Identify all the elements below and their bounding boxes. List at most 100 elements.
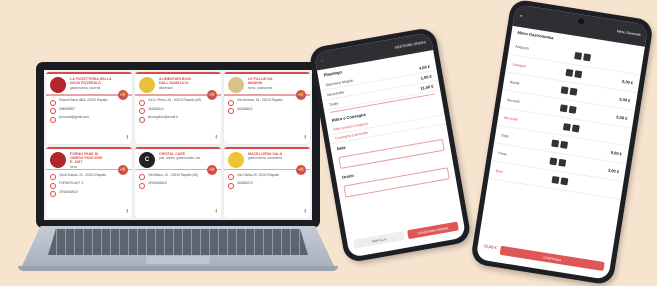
store-info-text: ORDINABILE <box>148 181 168 185</box>
store-info-text: Via Venezia, 18 - 20010 Rapallo <box>237 98 283 102</box>
store-card[interactable]: FORNO PANE DI OMEGA PUGLIESE E. 1967 for… <box>46 146 132 218</box>
plus-icon[interactable] <box>557 158 566 167</box>
facebook-icon[interactable]: f <box>304 135 306 141</box>
store-info-row: FORNOSI ALP. 3 <box>50 181 128 189</box>
promo-scene: LA PIZZETTERIA DELLA NOVA PIZZERIA D. ga… <box>0 0 657 286</box>
menu-item-price: 0,00 € <box>621 78 634 86</box>
info-icon <box>228 174 234 180</box>
info-icon <box>228 99 234 106</box>
confirm-button[interactable]: CONFERMA <box>499 245 605 272</box>
minus-icon[interactable] <box>560 86 569 95</box>
store-info: Via di Anzani, 20 - 20010 Rapallo FORNOSI… <box>50 173 128 200</box>
store-logo <box>139 77 155 93</box>
store-logo: C <box>139 151 155 168</box>
store-logo <box>228 77 244 93</box>
keyboard <box>48 229 308 255</box>
facebook-icon[interactable]: f <box>215 135 217 141</box>
facebook-icon[interactable]: f <box>304 209 306 215</box>
plus-icon[interactable] <box>569 87 578 96</box>
store-info-row: Via Venezia, 18 - 20010 Rapallo <box>228 98 306 106</box>
phone-menu-screen: ≡ Menu Generale Menu Gastronomia Antipas… <box>475 4 649 280</box>
menu-item-label: Dolci <box>501 132 510 139</box>
plus-icon[interactable] <box>582 53 591 62</box>
quantity-stepper[interactable] <box>562 123 580 133</box>
laptop-lip <box>18 266 338 271</box>
minus-icon[interactable] <box>573 51 582 60</box>
store-card[interactable]: MACELLERIA SALA gastronomia, macelleria … <box>224 146 310 218</box>
menu-item-price: 6,50 € <box>616 114 628 121</box>
store-info-text: 342888722 <box>237 181 253 185</box>
menu-item-price: 5,00 € <box>618 96 631 104</box>
plus-icon[interactable] <box>571 124 580 133</box>
menu-item-price: 8,00 € <box>610 149 623 157</box>
facebook-icon[interactable]: f <box>215 209 217 215</box>
minus-icon[interactable] <box>551 175 560 184</box>
menu-item-label: Antipasti <box>515 44 530 51</box>
quantity-stepper[interactable] <box>565 68 583 79</box>
store-card[interactable]: C CRISTAL CAFE pub, drinks, gastronomia,… <box>135 146 221 218</box>
quantity-stepper[interactable] <box>560 86 578 96</box>
summary-label: Mozzarella <box>326 89 345 97</box>
menu-item-label: Lasagne <box>512 61 527 68</box>
info-icon <box>50 99 56 106</box>
menu-item-price: 3,00 € <box>607 167 620 175</box>
laptop-screen: LA PIZZETTERIA DELLA NOVA PIZZERIA D. ga… <box>44 70 312 220</box>
minus-icon[interactable] <box>548 157 557 166</box>
quantity-stepper[interactable] <box>548 157 566 167</box>
plus-icon[interactable] <box>560 140 569 149</box>
facebook-icon[interactable]: f <box>126 135 128 141</box>
store-card[interactable]: LE FOLLIE DA MANHIA forno, pasticceria 🚚… <box>224 72 310 144</box>
quantity-stepper[interactable] <box>559 104 577 114</box>
quantity-stepper[interactable] <box>551 175 569 186</box>
cancel-button[interactable]: ANNULLA <box>352 231 405 249</box>
minus-icon[interactable] <box>562 123 571 132</box>
store-info: Via Milano, 12 - 20010 Rapallo (MI) ORDIN… <box>139 173 217 191</box>
menu-item-label: Birre <box>495 168 504 174</box>
store-info: Via S. Pietro, 28 - 20010 Rapallo (MI) 34… <box>139 98 217 125</box>
info-icon <box>50 116 56 123</box>
laptop-base <box>18 226 338 272</box>
trackpad <box>146 256 210 264</box>
phone-header-title: GESTIONE ORDINI <box>394 40 427 50</box>
menu-item-label: Bevande <box>503 115 519 122</box>
menu-icon[interactable]: ≡ <box>520 14 523 18</box>
summary-value: 1,00 € <box>420 73 433 81</box>
store-info-row: Via Chiesa 29, 20010 Rapallo <box>228 172 306 180</box>
store-info-text: pt.nuova@gmail.com <box>59 115 89 119</box>
minus-icon[interactable] <box>565 68 574 77</box>
facebook-icon[interactable]: f <box>126 209 128 215</box>
store-card[interactable]: LA PIZZETTERIA DELLA NOVA PIZZERIA D. ga… <box>46 72 132 144</box>
store-info-row: pt.nuova@gmail.com <box>50 115 128 123</box>
plus-icon[interactable] <box>560 177 569 186</box>
store-info-text: ab.angelico@email.it <box>148 115 178 119</box>
minus-icon[interactable] <box>551 139 560 148</box>
store-info-text: 342888611 <box>237 106 253 111</box>
store-info-row: ORDINABILE <box>50 190 128 197</box>
store-info-text: Via Chiesa 29, 20010 Rapallo <box>237 172 280 177</box>
back-icon[interactable]: ‹ <box>321 58 323 62</box>
info-icon <box>50 174 56 180</box>
store-grid: LA PIZZETTERIA DELLA NOVA PIZZERIA D. ga… <box>46 72 310 218</box>
store-name: LA PIZZETTERIA DELLA NOVA PIZZERIA D. <box>70 77 112 86</box>
phone-menu: ≡ Menu Generale Menu Gastronomia Antipas… <box>469 0 655 286</box>
store-category: gastronomia, macelleria <box>248 155 282 160</box>
quantity-stepper[interactable] <box>573 51 591 62</box>
plus-icon[interactable] <box>574 70 583 79</box>
store-category: pub, drinks, gastronomia, bar <box>159 155 201 160</box>
store-info-row: Via Milano, 12 - 20010 Rapallo (MI) <box>139 173 217 180</box>
summary-label: Totale <box>328 100 339 107</box>
plus-icon[interactable] <box>568 105 577 114</box>
menu-item-label: Secondi <box>506 97 520 104</box>
store-info-text: 342665141 <box>148 106 164 111</box>
store-card[interactable]: ALIMENTARI BONI DALL'ANGELICO alimentari… <box>135 72 221 144</box>
confirm-order-button[interactable]: CONFERMA ORDINE <box>407 221 459 240</box>
store-info: Piazza Roma 38/A, 20010 Rapallo 348589857… <box>50 98 128 125</box>
info-icon <box>139 99 145 106</box>
info-icon <box>228 108 234 114</box>
store-info-row: 342888611 <box>228 106 306 114</box>
minus-icon[interactable] <box>559 104 568 113</box>
store-info-row: ab.angelico@email.it <box>139 115 217 123</box>
store-info-text: 348589857 <box>59 106 75 111</box>
quantity-stepper[interactable] <box>551 139 569 149</box>
store-category: forno, pasticceria <box>248 85 273 90</box>
